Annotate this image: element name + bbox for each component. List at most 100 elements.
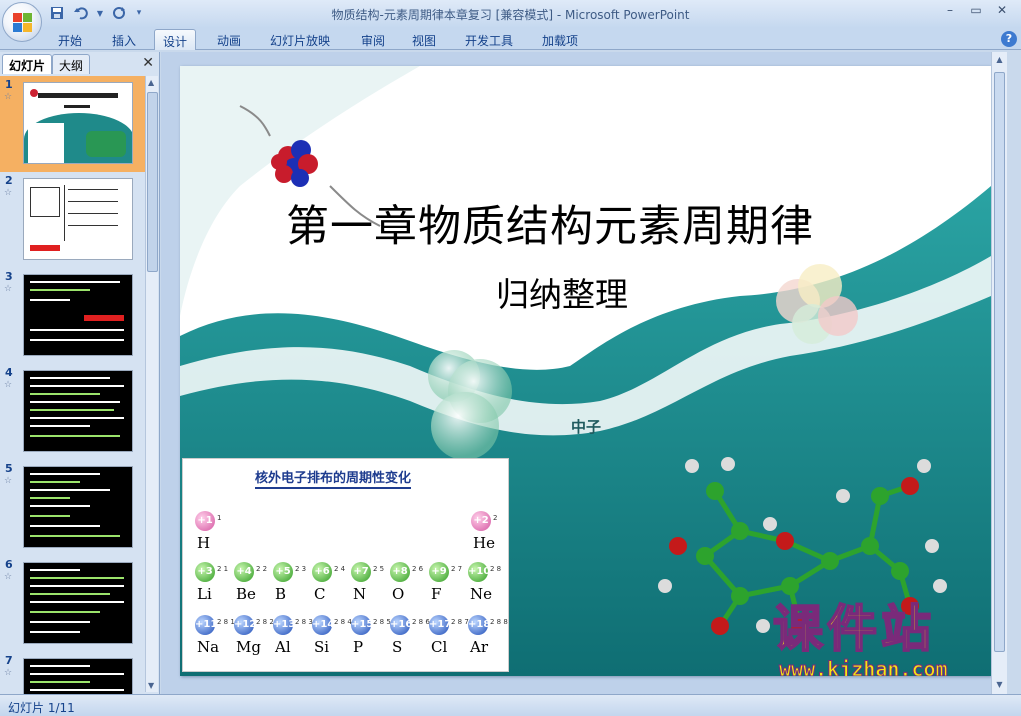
office-logo-icon — [13, 13, 32, 32]
thumbnail-slide-2[interactable] — [23, 178, 133, 260]
thumbnail-row[interactable]: 6 ☆ — [0, 556, 146, 652]
thumbnail-number: 5 — [5, 462, 13, 475]
element-symbol: Mg — [236, 638, 261, 656]
electron-shell: 2 3 — [295, 565, 307, 573]
nucleus-charge: +13 — [273, 615, 295, 635]
thumbnail-row[interactable]: 1 ☆ — [0, 76, 146, 172]
thumbnail-number: 7 — [5, 654, 13, 667]
electron-shell: 2 8 1 — [217, 618, 235, 626]
nucleus-charge: +2 — [471, 511, 491, 531]
current-slide[interactable]: 第一章物质结构元素周期律 归纳整理 中子 核外电子排布的周期性变化 +1 1 H… — [180, 66, 991, 676]
nucleus-charge: +8 — [390, 562, 410, 582]
element-o: +8 2 6 O — [390, 562, 430, 604]
element-he: +2 2 He — [471, 511, 511, 553]
element-symbol: Li — [197, 585, 212, 603]
close-button[interactable]: ✕ — [989, 0, 1015, 20]
nucleus-charge: +7 — [351, 562, 371, 582]
scrollbar-thumb[interactable] — [994, 72, 1005, 652]
slide-counter: 幻灯片 1/11 — [8, 701, 75, 715]
neutron-label: 中子 — [571, 418, 602, 436]
element-symbol: Na — [197, 638, 220, 656]
thumbnail-slide-5[interactable] — [23, 466, 133, 548]
thumbnail-slide-1[interactable] — [23, 82, 133, 164]
thumbnail-scrollbar[interactable]: ▲ ▼ — [145, 76, 158, 692]
thumbnail-slide-4[interactable] — [23, 370, 133, 452]
thumbnail-number: 3 — [5, 270, 13, 283]
tab-slides[interactable]: 幻灯片 — [2, 54, 53, 74]
element-p: +15 2 8 5 P — [351, 615, 391, 657]
element-be: +4 2 2 Be — [234, 562, 274, 604]
element-symbol: Si — [314, 638, 330, 656]
element-s: +16 2 8 6 S — [390, 615, 430, 657]
thumbnail-number: 1 — [5, 78, 13, 91]
element-symbol: Be — [236, 585, 256, 603]
element-al: +13 2 8 3 Al — [273, 615, 313, 657]
animation-icon: ☆ — [4, 92, 13, 102]
electron-shell: 2 7 — [451, 565, 463, 573]
tab-animations[interactable]: 动画 — [209, 29, 249, 50]
thumbnail-slide-6[interactable] — [23, 562, 133, 644]
tab-home[interactable]: 开始 — [50, 29, 90, 50]
scroll-up-icon[interactable]: ▲ — [148, 78, 154, 87]
tab-insert[interactable]: 插入 — [104, 29, 144, 50]
close-panel-icon[interactable]: ✕ — [142, 55, 154, 71]
element-li: +3 2 1 Li — [195, 562, 235, 604]
nucleus-charge: +11 — [195, 615, 217, 635]
electron-shell: 2 8 6 — [412, 618, 430, 626]
element-symbol: P — [353, 638, 364, 656]
table-title: 核外电子排布的周期性变化 — [255, 467, 412, 489]
thumbnail-row[interactable]: 5 ☆ — [0, 460, 146, 556]
slide-subtitle[interactable]: 归纳整理 — [496, 268, 628, 316]
element-na: +11 2 8 1 Na — [195, 615, 235, 657]
tab-slideshow[interactable]: 幻灯片放映 — [262, 29, 338, 50]
tab-addins[interactable]: 加载项 — [534, 29, 586, 50]
animation-icon: ☆ — [4, 668, 13, 678]
element-symbol: He — [473, 534, 495, 552]
slide-editor: 第一章物质结构元素周期律 归纳整理 中子 核外电子排布的周期性变化 +1 1 H… — [161, 52, 1007, 694]
thumbnail-row[interactable]: 3 ☆ — [0, 268, 146, 364]
electron-shell: 2 8 3 — [295, 618, 313, 626]
nucleus-charge: +14 — [312, 615, 334, 635]
element-c: +6 2 4 C — [312, 562, 352, 604]
scroll-down-icon[interactable]: ▼ — [994, 680, 1005, 691]
thumbnail-number: 2 — [5, 174, 13, 187]
scroll-down-icon[interactable]: ▼ — [148, 681, 154, 690]
ribbon-tab-bar: 开始 插入 设计 动画 幻灯片放映 审阅 视图 开发工具 加载项 ? — [0, 28, 1021, 50]
nucleus-charge: +17 — [429, 615, 451, 635]
thumbnail-list: 1 ☆ 2 ☆ 3 ☆ 4 ☆ 5 ☆ 6 ☆ 7 ☆ — [0, 76, 146, 694]
scrollbar-thumb[interactable] — [147, 92, 158, 272]
tab-developer[interactable]: 开发工具 — [457, 29, 521, 50]
element-symbol: Ar — [470, 638, 489, 656]
tab-view[interactable]: 视图 — [404, 29, 444, 50]
electron-shell: 2 8 2 — [256, 618, 274, 626]
thumbnail-slide-3[interactable] — [23, 274, 133, 356]
minimize-button[interactable]: – — [937, 0, 963, 20]
thumbnail-slide-7[interactable] — [23, 658, 133, 694]
nucleus-charge: +3 — [195, 562, 215, 582]
animation-icon: ☆ — [4, 380, 13, 390]
tab-outline[interactable]: 大纲 — [52, 54, 91, 74]
element-mg: +12 2 8 2 Mg — [234, 615, 274, 657]
element-symbol: N — [353, 585, 367, 603]
tab-design[interactable]: 设计 — [154, 29, 197, 50]
thumbnail-row[interactable]: 4 ☆ — [0, 364, 146, 460]
window-title: 物质结构-元素周期律本章复习 [兼容模式] - Microsoft PowerP… — [331, 8, 690, 22]
maximize-button[interactable]: ▭ — [963, 0, 989, 20]
thumbnail-row[interactable]: 2 ☆ — [0, 172, 146, 268]
element-si: +14 2 8 4 Si — [312, 615, 352, 657]
animation-icon: ☆ — [4, 188, 13, 198]
thumbnail-number: 4 — [5, 366, 13, 379]
thumbnail-row[interactable]: 7 ☆ — [0, 652, 146, 694]
scroll-up-icon[interactable]: ▲ — [994, 55, 1005, 66]
office-button[interactable] — [2, 2, 42, 42]
electron-configuration-table[interactable]: 核外电子排布的周期性变化 +1 1 H +2 2 He +3 2 1 Li +4 2 … — [182, 458, 509, 672]
nucleus-charge: +18 — [468, 615, 490, 635]
electron-shell: 2 2 — [256, 565, 268, 573]
watermark-logo: 课件站 www.kjzhan.com — [772, 600, 948, 676]
tab-review[interactable]: 审阅 — [353, 29, 393, 50]
element-symbol: Al — [275, 638, 291, 656]
slide-scrollbar[interactable]: ▲ ▼ — [991, 52, 1007, 694]
help-icon[interactable]: ? — [1001, 31, 1017, 47]
slide-title[interactable]: 第一章物质结构元素周期律 — [286, 192, 814, 254]
element-ne: +10 2 8 Ne — [468, 562, 508, 604]
